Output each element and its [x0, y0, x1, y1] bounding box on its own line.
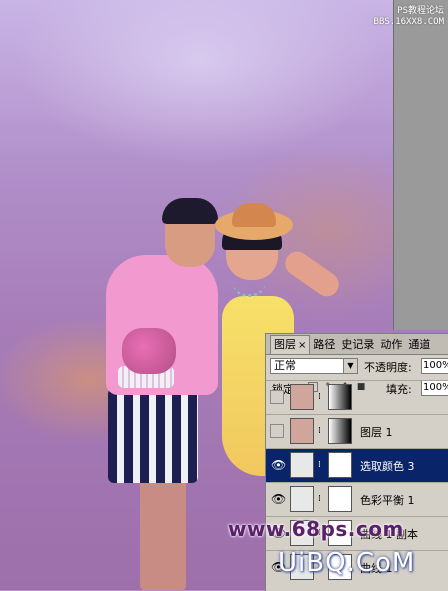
layer-thumbnail: [290, 452, 314, 478]
link-icon[interactable]: ⁞: [318, 391, 324, 403]
close-icon[interactable]: ×: [298, 340, 306, 351]
tab-actions[interactable]: 动作: [377, 336, 405, 354]
watermark-68ps: www.68ps.com: [228, 517, 404, 541]
eye-icon[interactable]: 👁: [270, 492, 286, 506]
tab-layers[interactable]: 图层 ×: [270, 335, 311, 354]
layer-mask-thumbnail[interactable]: [328, 418, 352, 444]
site-watermark-line2: BBS.16XX8.COM: [373, 17, 444, 27]
tab-layers-label: 图层: [274, 338, 296, 351]
workspace-background: [393, 0, 448, 330]
layer-name: 色彩平衡 1: [360, 494, 415, 507]
link-icon[interactable]: ⁞: [318, 425, 324, 437]
layer-mask-thumbnail[interactable]: [328, 486, 352, 512]
woman-necklace: [232, 278, 266, 297]
layer-name: 选取颜色 3: [360, 460, 415, 473]
opacity-input[interactable]: 100%: [421, 358, 448, 374]
layer-mask-thumbnail[interactable]: [328, 452, 352, 478]
panel-tabs: 图层 × 路径 史记录 动作 通道: [266, 334, 448, 355]
watermark-uibq: UiBQ.CoM: [278, 548, 416, 578]
opacity-label: 不透明度:: [364, 361, 412, 374]
chevron-down-icon[interactable]: ▼: [343, 359, 357, 373]
layer-name: 图层 1: [360, 426, 393, 439]
site-watermark: PS教程论坛 BBS.16XX8.COM: [354, 6, 444, 28]
blend-mode-select[interactable]: 正常 ▼: [270, 358, 358, 374]
layer-thumbnail: [290, 384, 314, 410]
visibility-toggle[interactable]: [270, 390, 284, 404]
layer-row[interactable]: ⁞ 图层 1: [266, 414, 448, 448]
tab-history[interactable]: 史记录: [338, 336, 377, 354]
blend-row: 正常 ▼ 不透明度: 100%: [266, 355, 448, 377]
tab-paths[interactable]: 路径: [310, 336, 338, 354]
layer-row[interactable]: 👁 ⁞ 选取颜色 3: [266, 448, 448, 482]
link-icon[interactable]: ⁞: [318, 493, 324, 505]
visibility-toggle[interactable]: [270, 424, 284, 438]
tab-channels[interactable]: 通道: [405, 336, 433, 354]
eye-icon[interactable]: 👁: [270, 458, 286, 472]
layer-thumbnail: [290, 486, 314, 512]
woman-arm: [280, 246, 344, 302]
link-icon[interactable]: ⁞: [318, 459, 324, 471]
site-watermark-line1: PS教程论坛: [397, 6, 444, 16]
man-legs: [140, 478, 186, 590]
flower-bouquet: [122, 328, 176, 374]
woman-straw-hat-crown: [232, 203, 276, 227]
man-striped-shorts: [108, 388, 198, 483]
layer-thumbnail: [290, 418, 314, 444]
layer-mask-thumbnail[interactable]: [328, 384, 352, 410]
layer-row[interactable]: 👁 ⁞ 色彩平衡 1: [266, 482, 448, 516]
man-hair: [162, 198, 218, 224]
layer-row[interactable]: ⁞: [266, 380, 448, 414]
blend-mode-value: 正常: [274, 359, 296, 372]
